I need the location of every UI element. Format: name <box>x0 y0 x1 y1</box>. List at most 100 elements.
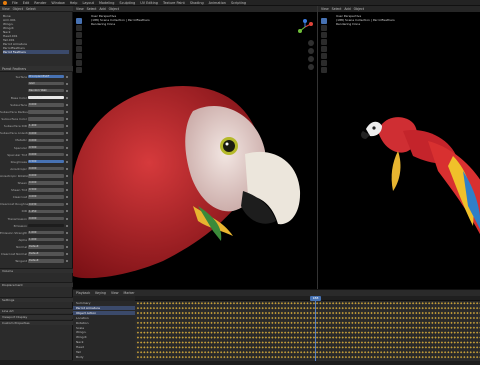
keyframe-diamond[interactable] <box>447 331 450 334</box>
keyframe-diamond[interactable] <box>188 307 191 310</box>
keyframe-diamond[interactable] <box>252 346 255 349</box>
keyframe-diamond[interactable] <box>239 351 242 354</box>
keyframe-diamond[interactable] <box>415 336 418 339</box>
keyframe-diamond[interactable] <box>463 336 466 339</box>
keyframe-diamond[interactable] <box>444 307 447 310</box>
keyframe-diamond[interactable] <box>466 321 469 324</box>
keyframe-diamond[interactable] <box>239 346 242 349</box>
keyframe-diamond[interactable] <box>386 356 389 359</box>
keyframe-diamond[interactable] <box>280 311 284 315</box>
keyframe-dot-icon[interactable] <box>66 146 68 149</box>
keyframe-diamond[interactable] <box>424 316 428 320</box>
keyframe-diamond[interactable] <box>296 311 300 315</box>
keyframe-diamond[interactable] <box>376 346 380 349</box>
keyframe-diamond[interactable] <box>226 307 229 310</box>
keyframe-diamond[interactable] <box>357 356 360 359</box>
section-volume[interactable]: Volume <box>0 268 73 273</box>
keyframe-diamond[interactable] <box>197 326 200 329</box>
keyframe-diamond[interactable] <box>280 326 284 329</box>
keyframe-diamond[interactable] <box>236 341 239 344</box>
keyframe-diamond[interactable] <box>239 326 242 329</box>
keyframe-diamond[interactable] <box>354 302 357 305</box>
workspace-tab-sculpting[interactable]: Sculpting <box>119 1 135 5</box>
keyframe-diamond[interactable] <box>223 331 226 334</box>
keyframe-diamond[interactable] <box>296 302 300 305</box>
keyframe-diamond[interactable] <box>290 302 293 305</box>
keyframe-diamond[interactable] <box>392 307 396 310</box>
keyframe-diamond[interactable] <box>322 346 325 349</box>
keyframe-diamond[interactable] <box>277 331 280 334</box>
keyframe-diamond[interactable] <box>181 356 184 359</box>
keyframe-diamond[interactable] <box>428 346 431 349</box>
keyframe-diamond[interactable] <box>380 356 383 359</box>
property-field[interactable]: 0.000 <box>28 216 64 221</box>
keyframe-diamond[interactable] <box>428 321 431 324</box>
keyframe-diamond[interactable] <box>440 351 444 354</box>
keyframe-diamond[interactable] <box>437 356 440 359</box>
keyframe-diamond[interactable] <box>255 346 258 349</box>
keyframe-diamond[interactable] <box>197 356 200 359</box>
keyframe-diamond[interactable] <box>319 326 322 329</box>
keyframe-diamond[interactable] <box>220 336 223 339</box>
keyframe-diamond[interactable] <box>396 346 399 349</box>
keyframe-diamond[interactable] <box>418 321 421 324</box>
keyframe-diamond[interactable] <box>236 326 239 329</box>
keyframe-diamond[interactable] <box>213 336 216 339</box>
keyframe-diamond[interactable] <box>460 351 463 354</box>
keyframe-diamond[interactable] <box>213 316 216 320</box>
keyframe-diamond[interactable] <box>396 311 399 315</box>
keyframe-diamond[interactable] <box>146 321 149 324</box>
keyframe-diamond[interactable] <box>309 336 312 339</box>
keyframe-diamond[interactable] <box>194 351 197 354</box>
keyframe-diamond[interactable] <box>466 351 469 354</box>
keyframe-diamond[interactable] <box>421 351 424 354</box>
channel-row[interactable]: Scale <box>73 326 135 331</box>
keyframe-diamond[interactable] <box>428 341 431 344</box>
keyframe-diamond[interactable] <box>242 351 245 354</box>
keyframe-diamond[interactable] <box>367 311 370 315</box>
keyframe-diamond[interactable] <box>216 307 220 310</box>
keyframe-diamond[interactable] <box>191 307 194 310</box>
keyframe-diamond[interactable] <box>309 341 312 344</box>
keyframe-diamond[interactable] <box>319 302 322 305</box>
keyframe-diamond[interactable] <box>200 336 204 339</box>
workspace-tab-modeling[interactable]: Modeling <box>99 1 114 5</box>
keyframe-diamond[interactable] <box>399 331 402 334</box>
keyframe-diamond[interactable] <box>197 331 200 334</box>
keyframe-diamond[interactable] <box>261 311 264 315</box>
keyframe-diamond[interactable] <box>274 316 277 320</box>
keyframe-diamond[interactable] <box>476 307 479 310</box>
keyframe-diamond[interactable] <box>191 341 194 344</box>
keyframe-diamond[interactable] <box>172 307 175 310</box>
keyframe-diamond[interactable] <box>213 351 216 354</box>
keyframe-diamond[interactable] <box>309 321 312 324</box>
keyframe-diamond[interactable] <box>277 311 280 315</box>
keyframe-diamond[interactable] <box>460 321 463 324</box>
keyframe-diamond[interactable] <box>274 307 277 310</box>
keyframe-diamond[interactable] <box>453 316 456 320</box>
keyframe-diamond[interactable] <box>463 341 466 344</box>
keyframe-grid[interactable] <box>135 301 480 361</box>
keyframe-diamond[interactable] <box>466 336 469 339</box>
keyframe-diamond[interactable] <box>293 356 296 359</box>
keyframe-diamond[interactable] <box>223 302 226 305</box>
keyframe-diamond[interactable] <box>389 356 392 359</box>
keyframe-diamond[interactable] <box>200 346 204 349</box>
keyframe-diamond[interactable] <box>178 336 181 339</box>
keyframe-diamond[interactable] <box>293 321 296 324</box>
keyframe-diamond[interactable] <box>405 346 408 349</box>
keyframe-diamond[interactable] <box>226 311 229 315</box>
keyframe-diamond[interactable] <box>207 326 210 329</box>
keyframe-diamond[interactable] <box>367 336 370 339</box>
keyframe-diamond[interactable] <box>236 356 239 359</box>
keyframe-diamond[interactable] <box>306 302 309 305</box>
keyframe-diamond[interactable] <box>156 356 159 359</box>
keyframe-diamond[interactable] <box>181 302 184 305</box>
keyframe-diamond[interactable] <box>357 346 360 349</box>
keyframe-diamond[interactable] <box>136 321 140 324</box>
keyframe-diamond[interactable] <box>364 326 367 329</box>
keyframe-diamond[interactable] <box>252 336 255 339</box>
keyframe-diamond[interactable] <box>271 351 274 354</box>
keyframe-diamond[interactable] <box>450 341 453 344</box>
keyframe-diamond[interactable] <box>460 331 463 334</box>
